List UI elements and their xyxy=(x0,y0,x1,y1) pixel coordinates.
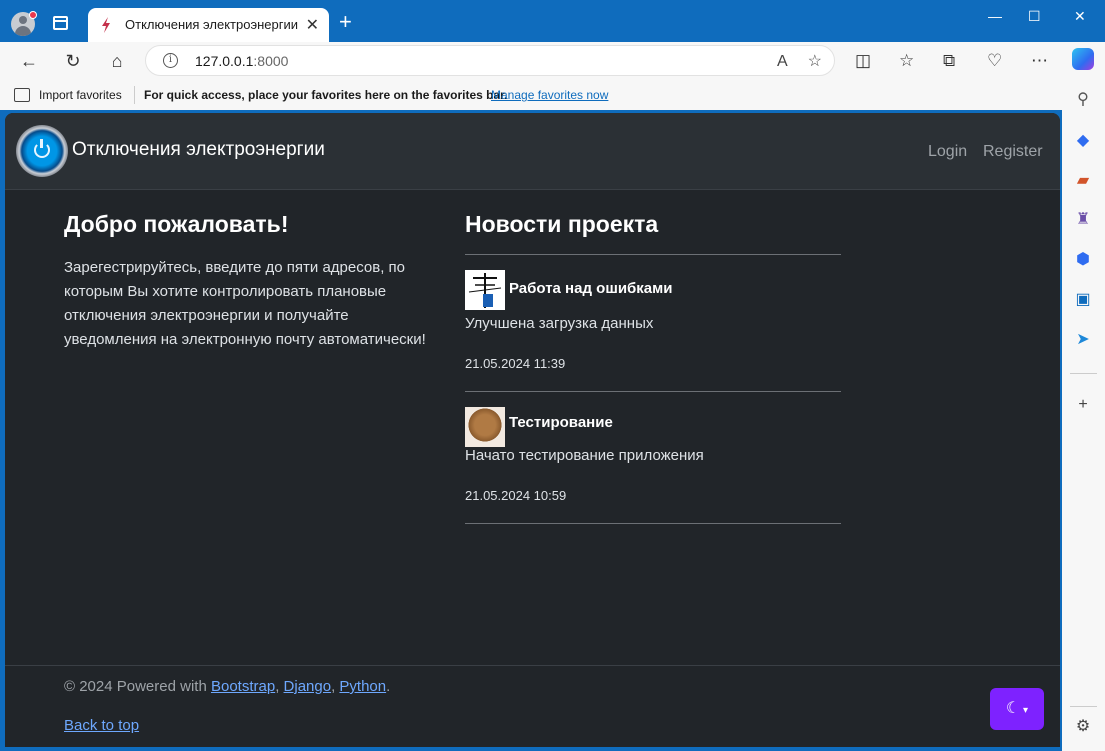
web-page: Отключения электроэнергии Login Register… xyxy=(5,113,1060,747)
lightning-icon xyxy=(102,17,110,33)
news-date: 21.05.2024 10:59 xyxy=(465,488,567,503)
read-aloud-icon[interactable]: A xyxy=(777,53,788,70)
tab-actions-icon[interactable] xyxy=(53,16,68,30)
settings-gear-icon[interactable]: ⚙ xyxy=(1072,716,1094,738)
browser-essentials-icon[interactable]: ♡ xyxy=(987,51,1002,71)
site-info-icon[interactable]: i xyxy=(163,53,178,68)
divider xyxy=(465,391,841,392)
news-headline: Тестирование xyxy=(509,414,613,431)
footer-divider xyxy=(5,665,1060,666)
add-icon[interactable]: + xyxy=(1072,394,1094,416)
url-text[interactable]: 127.0.0.1:8000 xyxy=(195,53,288,69)
footer-credits: © 2024 Powered with Bootstrap, Django, P… xyxy=(64,678,391,695)
close-window-button[interactable]: ✕ xyxy=(1074,8,1086,25)
django-link[interactable]: Django xyxy=(284,678,332,695)
theme-toggle-button[interactable]: ☾ ▾ xyxy=(990,688,1044,730)
favorites-icon[interactable]: ☆ xyxy=(899,51,914,71)
minimize-button[interactable]: — xyxy=(988,8,1002,24)
edge-sidebar: ⚲ ◆ ▰ ♜ ⬢ ▣ ➤ + ⚙ xyxy=(1062,42,1105,751)
register-link[interactable]: Register xyxy=(983,143,1043,161)
divider xyxy=(465,254,841,255)
maximize-button[interactable]: ☐ xyxy=(1028,8,1041,25)
tab-title: Отключения электроэнергии xyxy=(125,17,298,32)
refresh-icon[interactable]: ↻ xyxy=(61,49,85,73)
divider xyxy=(1070,706,1097,707)
collections-icon[interactable]: ⧉ xyxy=(943,51,955,71)
telegram-icon[interactable]: ➤ xyxy=(1072,329,1094,351)
news-thumbnail xyxy=(465,270,505,310)
back-arrow-icon[interactable]: ← xyxy=(17,49,41,73)
divider xyxy=(465,523,841,524)
news-body: Улучшена загрузка данных xyxy=(465,315,654,332)
home-icon[interactable]: ⌂ xyxy=(105,49,129,73)
news-headline: Работа над ошибками xyxy=(509,280,673,297)
new-tab-button[interactable]: + xyxy=(339,11,352,33)
games-icon[interactable]: ♜ xyxy=(1072,209,1094,231)
power-logo-icon[interactable] xyxy=(16,125,68,177)
tools-icon[interactable]: ▰ xyxy=(1072,170,1094,192)
manage-favorites-link[interactable]: Manage favorites now xyxy=(491,88,608,102)
microsoft-365-icon[interactable]: ⬢ xyxy=(1072,249,1094,271)
news-body: Начато тестирование приложения xyxy=(465,447,704,464)
back-to-top-link[interactable]: Back to top xyxy=(64,717,139,734)
notification-dot xyxy=(29,11,37,19)
welcome-text: Зарегестрируйтесь, введите до пяти адрес… xyxy=(64,259,426,348)
import-favorites-link[interactable]: Import favorites xyxy=(39,88,122,102)
import-favorites-icon[interactable] xyxy=(14,88,30,102)
split-screen-icon[interactable]: ◫ xyxy=(855,51,871,71)
favorites-hint: For quick access, place your favorites h… xyxy=(144,88,508,102)
bootstrap-link[interactable]: Bootstrap xyxy=(211,678,275,695)
divider xyxy=(1070,373,1097,374)
welcome-heading: Добро пожаловать! xyxy=(64,211,289,237)
search-icon[interactable]: ⚲ xyxy=(1072,89,1094,111)
browser-tab-active[interactable]: Отключения электроэнергии ✕ xyxy=(88,8,329,42)
favorites-bar: Import favorites For quick access, place… xyxy=(0,80,1062,110)
news-thumbnail xyxy=(465,407,505,447)
news-date: 21.05.2024 11:39 xyxy=(465,356,566,371)
browser-toolbar: ← ↻ ⌂ i 127.0.0.1:8000 A ☆ ◫ ☆ ⧉ ♡ ⋯ xyxy=(0,42,1105,80)
outlook-icon[interactable]: ▣ xyxy=(1072,289,1094,311)
login-link[interactable]: Login xyxy=(928,143,967,161)
browser-titlebar: Отключения электроэнергии ✕ + — ☐ ✕ xyxy=(0,0,1105,42)
tab-close-icon[interactable]: ✕ xyxy=(306,15,319,35)
favorite-star-icon[interactable]: ☆ xyxy=(808,53,822,70)
caret-down-icon: ▾ xyxy=(1020,705,1029,716)
site-navbar: Отключения электроэнергии Login Register xyxy=(5,113,1060,190)
shopping-tag-icon[interactable]: ◆ xyxy=(1072,130,1094,152)
address-bar[interactable]: i 127.0.0.1:8000 A ☆ xyxy=(145,45,835,76)
copilot-icon[interactable] xyxy=(1072,48,1094,70)
more-options-icon[interactable]: ⋯ xyxy=(1031,51,1048,71)
moon-stars-icon: ☾ xyxy=(1005,700,1021,717)
news-heading: Новости проекта xyxy=(465,211,659,237)
python-link[interactable]: Python xyxy=(339,678,386,695)
divider xyxy=(134,86,135,104)
site-brand[interactable]: Отключения электроэнергии xyxy=(72,139,325,161)
